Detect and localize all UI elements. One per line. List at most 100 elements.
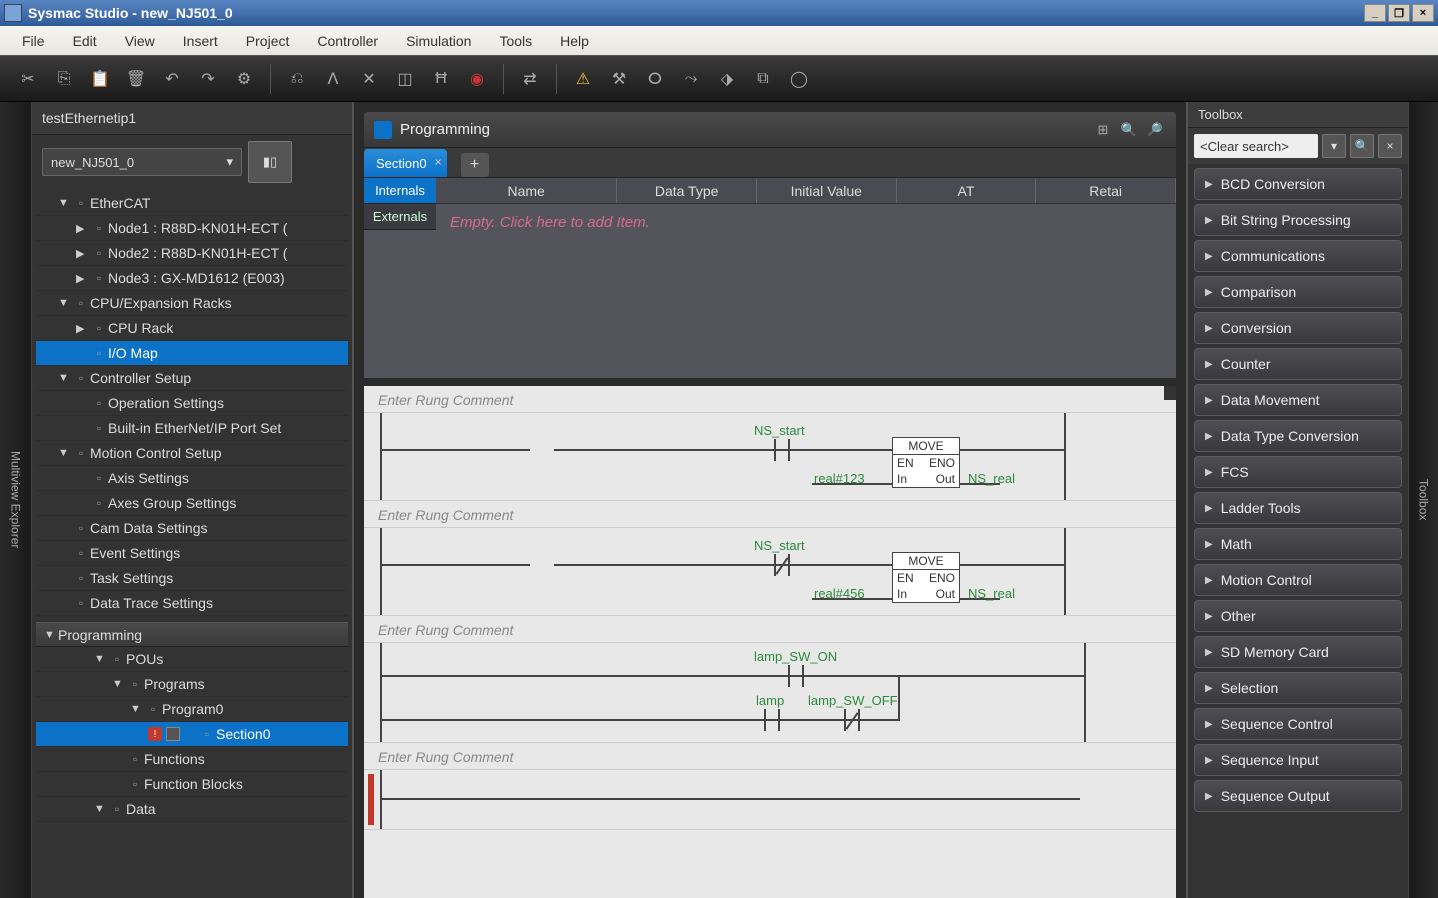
- tree-item[interactable]: ▫Functions: [36, 747, 348, 772]
- tree-item[interactable]: ▫Operation Settings: [36, 391, 348, 416]
- sync-button[interactable]: ⇄: [514, 64, 546, 94]
- rung-comment[interactable]: Enter Rung Comment: [364, 501, 1176, 528]
- no-contact[interactable]: [760, 707, 784, 733]
- menu-controller[interactable]: Controller: [303, 29, 392, 53]
- variable-empty-hint[interactable]: Empty. Click here to add Item.: [436, 204, 1176, 378]
- toolbox-category[interactable]: ▶Bit String Processing: [1194, 204, 1402, 236]
- tree-item[interactable]: ▼▫Controller Setup: [36, 366, 348, 391]
- warning-icon[interactable]: ⚠: [567, 64, 599, 94]
- menu-help[interactable]: Help: [546, 29, 603, 53]
- menu-edit[interactable]: Edit: [59, 29, 111, 53]
- toolbox-category[interactable]: ▶Selection: [1194, 672, 1402, 704]
- ladder-rung[interactable]: NS_start real#456 MOVE ENENO InOut NS_re…: [364, 528, 1176, 616]
- tool-g-button[interactable]: ⬗: [711, 64, 743, 94]
- tool-a-button[interactable]: ᐱ: [317, 64, 349, 94]
- programming-section-header[interactable]: ▼ Programming: [36, 622, 348, 647]
- tree-item[interactable]: ▫Cam Data Settings: [36, 516, 348, 541]
- tree-item[interactable]: ▫Axis Settings: [36, 466, 348, 491]
- rung-comment[interactable]: Enter Rung Comment: [364, 616, 1176, 643]
- redo-button[interactable]: ↷: [192, 64, 224, 94]
- tool-b-button[interactable]: ✕: [353, 64, 385, 94]
- undo-button[interactable]: ↶: [156, 64, 188, 94]
- stop-button[interactable]: ◉: [461, 64, 493, 94]
- zoom-out-icon[interactable]: 🔎: [1144, 119, 1166, 141]
- menu-simulation[interactable]: Simulation: [392, 29, 485, 53]
- rung-comment[interactable]: Enter Rung Comment: [364, 743, 1176, 770]
- tool-h-button[interactable]: ⧉: [747, 64, 779, 94]
- tree-item[interactable]: ▫Axes Group Settings: [36, 491, 348, 516]
- search-dropdown-button[interactable]: ▾: [1322, 134, 1346, 158]
- tree-item[interactable]: ▫Task Settings: [36, 566, 348, 591]
- toolbox-category[interactable]: ▶Data Movement: [1194, 384, 1402, 416]
- add-tab-button[interactable]: +: [461, 153, 489, 177]
- tree-item[interactable]: ▶▫CPU Rack: [36, 316, 348, 341]
- toolbox-category[interactable]: ▶Communications: [1194, 240, 1402, 272]
- tree-item[interactable]: ▫Function Blocks: [36, 772, 348, 797]
- tree-item[interactable]: ▫Data Trace Settings: [36, 591, 348, 616]
- toolbox-tab[interactable]: Toolbox: [1408, 102, 1438, 898]
- multiview-explorer-tab[interactable]: Multiview Explorer: [0, 102, 32, 898]
- tree-item[interactable]: ▼▫EtherCAT: [36, 191, 348, 216]
- tree-item[interactable]: ▼▫Motion Control Setup: [36, 441, 348, 466]
- delete-button[interactable]: 🗑: [120, 64, 152, 94]
- copy-button[interactable]: ⎘: [48, 64, 80, 94]
- tool-f-button[interactable]: ⤳: [675, 64, 707, 94]
- menu-view[interactable]: View: [111, 29, 169, 53]
- menu-file[interactable]: File: [8, 29, 59, 53]
- tab-close-icon[interactable]: ×: [435, 155, 442, 169]
- nc-contact[interactable]: [840, 707, 864, 733]
- menu-project[interactable]: Project: [232, 29, 304, 53]
- var-tab-externals[interactable]: Externals: [364, 204, 436, 230]
- toolbox-search-input[interactable]: <Clear search>: [1194, 134, 1318, 158]
- tree-item[interactable]: ▼▫Data: [36, 797, 348, 822]
- no-contact[interactable]: [770, 437, 794, 463]
- toolbox-category[interactable]: ▶Counter: [1194, 348, 1402, 380]
- paste-button[interactable]: 📋: [84, 64, 116, 94]
- tree-item[interactable]: ▫Event Settings: [36, 541, 348, 566]
- device-view-toggle[interactable]: ▮▯: [248, 141, 292, 183]
- toolbox-category[interactable]: ▶SD Memory Card: [1194, 636, 1402, 668]
- tree-item[interactable]: ▼▫Program0: [36, 697, 348, 722]
- menu-tools[interactable]: Tools: [485, 29, 546, 53]
- no-contact[interactable]: [784, 663, 808, 689]
- toolbox-category[interactable]: ▶Sequence Output: [1194, 780, 1402, 812]
- minimize-button[interactable]: _: [1364, 4, 1386, 22]
- toolbox-category[interactable]: ▶Sequence Control: [1194, 708, 1402, 740]
- tree-item[interactable]: ▼▫Programs: [36, 672, 348, 697]
- maximize-button[interactable]: ❐: [1388, 4, 1410, 22]
- tool-d-button[interactable]: ⚒: [603, 64, 635, 94]
- new-rung[interactable]: [364, 770, 1176, 830]
- layout-icon[interactable]: ⊞: [1092, 119, 1114, 141]
- move-block[interactable]: MOVE ENENO InOut: [892, 437, 960, 488]
- toolbox-category[interactable]: ▶Other: [1194, 600, 1402, 632]
- ladder-rung[interactable]: lamp_SW_ON lamp lamp_SW_OFF: [364, 643, 1176, 743]
- rung-comment[interactable]: Enter Rung Comment: [364, 386, 1176, 413]
- toolbox-category[interactable]: ▶Math: [1194, 528, 1402, 560]
- ladder-editor[interactable]: Enter Rung Comment NS_start real#123 MOV…: [364, 386, 1176, 898]
- var-tab-internals[interactable]: Internals: [364, 178, 436, 204]
- tree-item[interactable]: ▶▫Node2 : R88D-KN01H-ECT (: [36, 241, 348, 266]
- toolbox-category[interactable]: ▶Conversion: [1194, 312, 1402, 344]
- zoom-in-icon[interactable]: 🔍: [1118, 119, 1140, 141]
- nc-contact[interactable]: [770, 552, 794, 578]
- toolbox-category[interactable]: ▶Data Type Conversion: [1194, 420, 1402, 452]
- refresh-button[interactable]: ◯: [783, 64, 815, 94]
- cut-button[interactable]: ✂: [12, 64, 44, 94]
- tree-item[interactable]: !▫Section0: [36, 722, 348, 747]
- menu-insert[interactable]: Insert: [169, 29, 232, 53]
- tree-item[interactable]: ▶▫Node3 : GX-MD1612 (E003): [36, 266, 348, 291]
- find-button[interactable]: Ħ: [425, 64, 457, 94]
- close-button[interactable]: ×: [1412, 4, 1434, 22]
- build-button[interactable]: ⎌: [281, 64, 313, 94]
- tool-c-button[interactable]: ◫: [389, 64, 421, 94]
- tree-item[interactable]: ▼▫CPU/Expansion Racks: [36, 291, 348, 316]
- device-combobox[interactable]: new_NJ501_0 ▾: [42, 148, 242, 176]
- toolbox-category[interactable]: ▶Motion Control: [1194, 564, 1402, 596]
- toolbox-category[interactable]: ▶Ladder Tools: [1194, 492, 1402, 524]
- toolbox-category[interactable]: ▶Comparison: [1194, 276, 1402, 308]
- settings-button[interactable]: ⚙: [228, 64, 260, 94]
- toolbox-category[interactable]: ▶FCS: [1194, 456, 1402, 488]
- toolbox-category[interactable]: ▶BCD Conversion: [1194, 168, 1402, 200]
- tool-e-button[interactable]: ⵔ: [639, 64, 671, 94]
- toolbox-category[interactable]: ▶Sequence Input: [1194, 744, 1402, 776]
